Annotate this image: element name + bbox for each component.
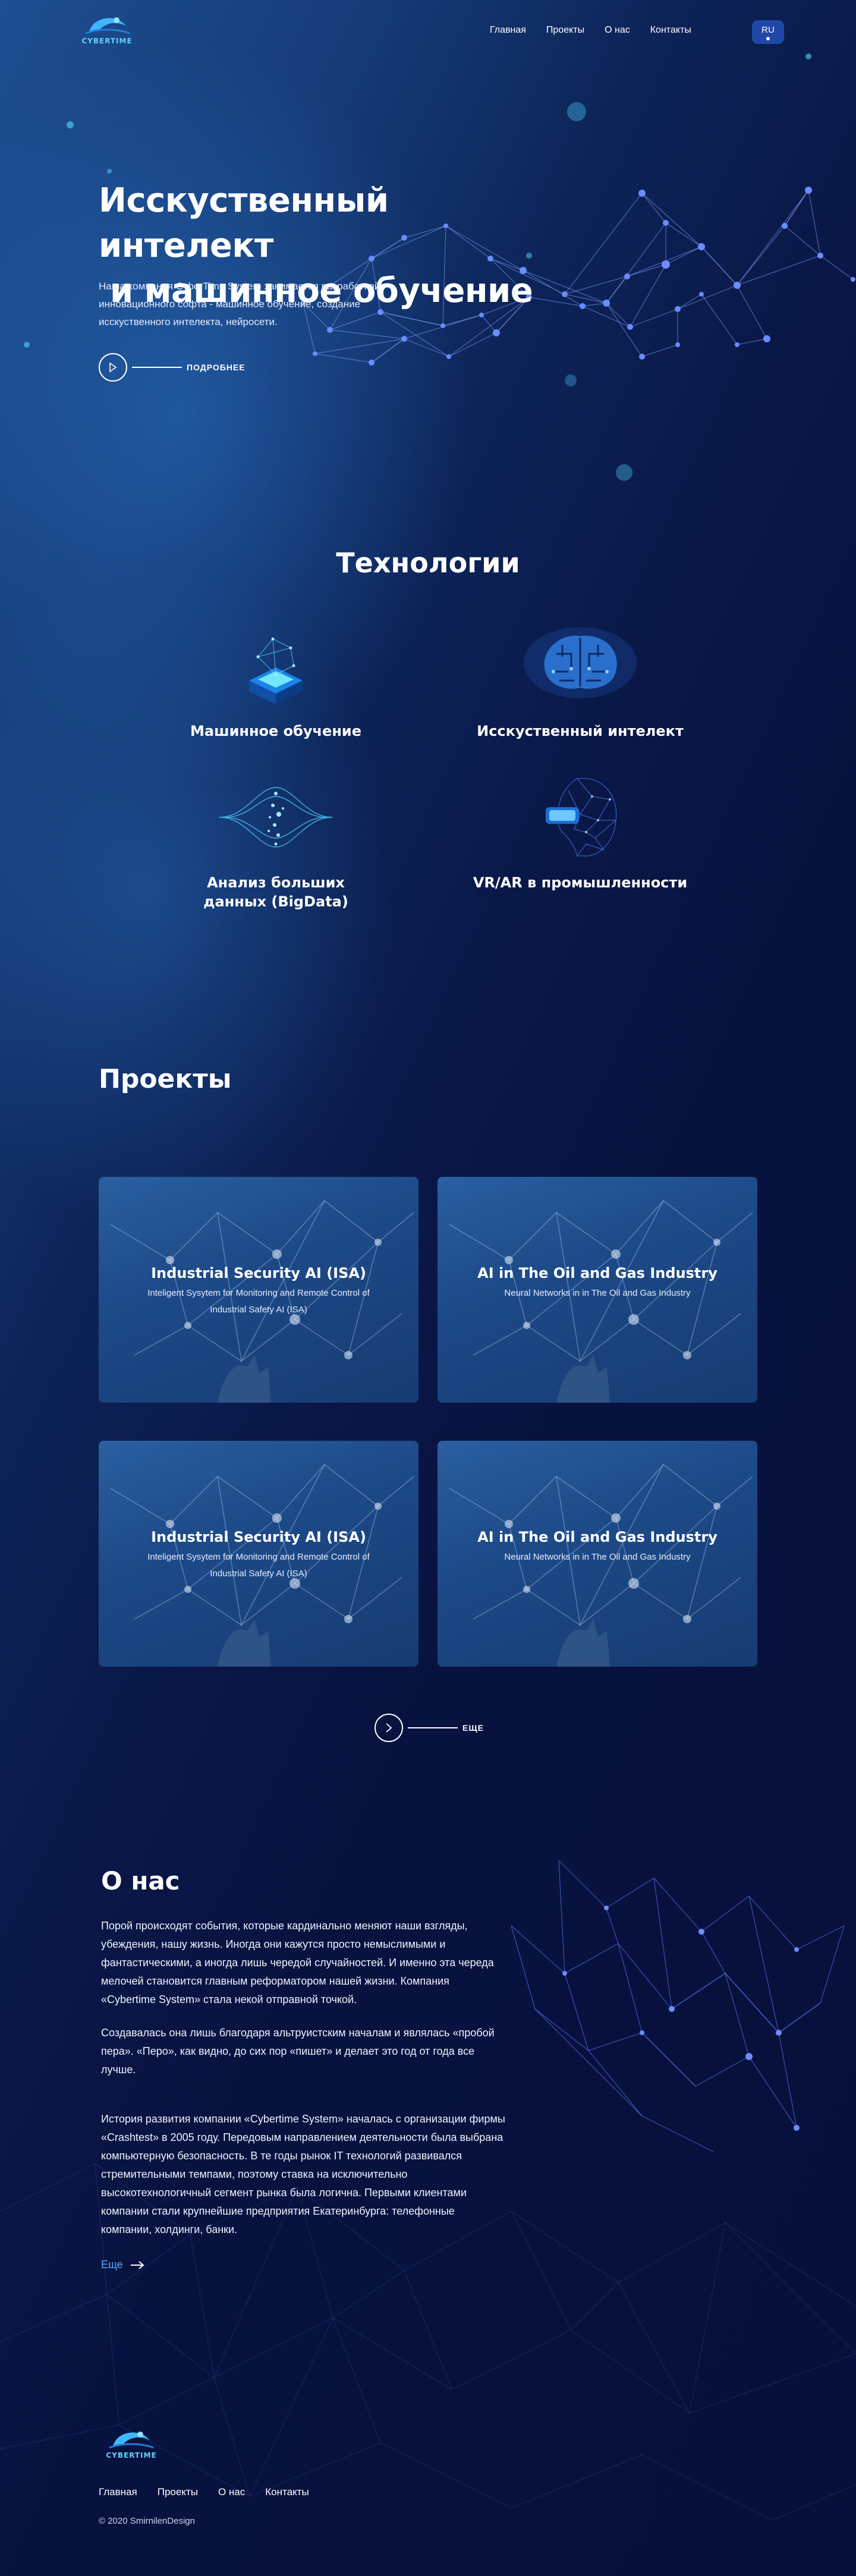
projects-more-button[interactable]: ЕЩЕ [374, 1714, 484, 1742]
data-wave-icon [219, 787, 333, 848]
project-card-subtitle: Neural Networks in in The Oil and Gas In… [504, 1552, 691, 1562]
tech-label-bigdata-text: Анализ больших данных (BigData) [203, 874, 348, 910]
about-title: О нас [101, 1866, 180, 1895]
about-paragraph-1: Порой происходят события, которые кардин… [101, 1920, 494, 2005]
about-more-label: Еще [101, 2259, 123, 2270]
project-card-4[interactable]: AI in The Oil and Gas Industry Neural Ne… [438, 1441, 757, 1667]
project-card-title: AI in The Oil and Gas Industry [477, 1265, 717, 1281]
hero-more-label: ПОДРОБНЕЕ [187, 363, 246, 372]
language-indicator-dot [766, 37, 770, 40]
project-card-1[interactable]: Industrial Security AI (ISA) Inteligent … [99, 1177, 418, 1403]
language-switcher[interactable]: RU [752, 20, 784, 44]
project-card-subtitle: Neural Networks in in The Oil and Gas In… [504, 1288, 691, 1298]
play-icon [99, 353, 127, 382]
vr-head-icon [546, 778, 617, 856]
project-card-title: AI in The Oil and Gas Industry [477, 1529, 717, 1545]
about-paragraph-3: История развития компании «Cybertime Sys… [101, 2113, 505, 2235]
logo-wave-icon [85, 17, 130, 34]
more-line [132, 367, 182, 368]
main-nav: Главная Проекты О нас Контакты [490, 25, 691, 36]
project-card-subtitle: Inteligent Sysytem for Monitoring and Re… [147, 1288, 370, 1315]
technologies-title: Технологии [336, 547, 520, 579]
footer-nav: Главная Проекты О нас Контакты [99, 2486, 309, 2498]
chevron-right-icon [374, 1714, 403, 1742]
footer-nav-projects[interactable]: Проекты [158, 2486, 198, 2498]
project-card-3[interactable]: Industrial Security AI (ISA) Inteligent … [99, 1441, 418, 1667]
arrow-right-icon [130, 2260, 144, 2269]
about-more-link[interactable]: Еще [101, 2259, 144, 2271]
nav-projects[interactable]: Проекты [546, 25, 584, 36]
footer-nav-home[interactable]: Главная [99, 2486, 137, 2498]
logo-wave-icon [109, 2432, 154, 2449]
project-card-text: AI in The Oil and Gas Industry Neural Ne… [438, 1529, 757, 1566]
projects-more-label: ЕЩЕ [462, 1723, 484, 1733]
hero-more-button[interactable]: ПОДРОБНЕЕ [99, 353, 246, 382]
hero-title-line-1: Исскуственный интелект [99, 181, 389, 265]
nav-about[interactable]: О нас [605, 25, 630, 36]
tech-label-machine-learning: Машинное обучение [190, 723, 361, 739]
nav-contacts[interactable]: Контакты [650, 25, 691, 36]
footer-logo[interactable]: CYBERTIME [99, 2425, 164, 2467]
project-card-2[interactable]: AI in The Oil and Gas Industry Neural Ne… [438, 1177, 757, 1403]
circuit-brain-icon [524, 627, 637, 698]
tech-item-machine-learning[interactable]: Машинное обучение [151, 621, 401, 741]
more-line [408, 1727, 458, 1728]
tech-label-bigdata: Анализ больших данных (BigData) [151, 873, 401, 911]
nav-home[interactable]: Главная [490, 25, 526, 36]
logo-text: CYBERTIME [81, 37, 133, 45]
tech-item-vr-ar[interactable]: VR/AR в промышленности [455, 773, 705, 892]
tech-label-ai: Исскуственный интелект [477, 723, 684, 739]
projects-title: Проекты [99, 1064, 232, 1094]
hologram-cube-icon [249, 637, 303, 704]
tech-item-ai[interactable]: Исскуственный интелект [455, 621, 705, 741]
about-paragraph-2: Создавалась она лишь благодаря альтруист… [101, 2027, 495, 2076]
tech-label-vr-ar: VR/AR в промышленности [473, 874, 688, 891]
logo[interactable]: CYBERTIME [75, 11, 139, 53]
project-card-subtitle: Inteligent Sysytem for Monitoring and Re… [147, 1552, 370, 1579]
tech-item-bigdata[interactable]: Анализ больших данных (BigData) [151, 773, 401, 911]
hero-subtitle: Наша компания CyberTime System занимаетс… [99, 281, 380, 327]
footer-logo-text: CYBERTIME [106, 2451, 157, 2460]
copyright: © 2020 SmirnilenDesign [99, 2516, 195, 2526]
project-card-text: Industrial Security AI (ISA) Inteligent … [99, 1265, 418, 1318]
language-label: RU [761, 25, 775, 35]
footer-nav-about[interactable]: О нас [218, 2486, 245, 2498]
project-card-title: Industrial Security AI (ISA) [151, 1265, 366, 1281]
footer-nav-contacts[interactable]: Контакты [265, 2486, 309, 2498]
project-card-title: Industrial Security AI (ISA) [151, 1529, 366, 1545]
project-card-text: AI in The Oil and Gas Industry Neural Ne… [438, 1265, 757, 1302]
project-card-text: Industrial Security AI (ISA) Inteligent … [99, 1529, 418, 1582]
